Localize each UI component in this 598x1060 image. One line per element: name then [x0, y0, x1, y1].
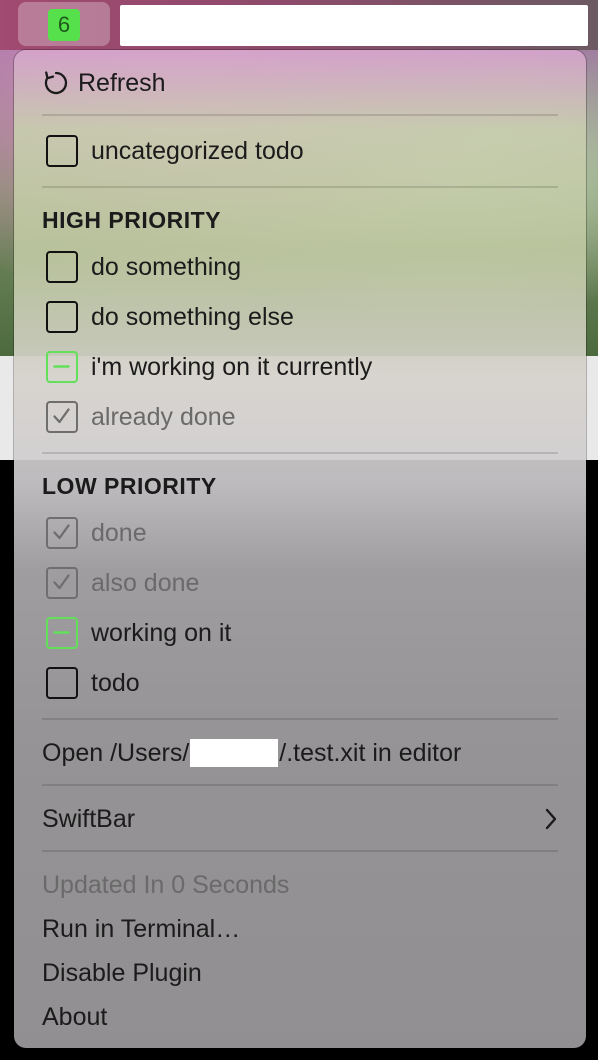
- checkbox-empty-icon: [46, 251, 78, 283]
- refresh-menu-item[interactable]: Refresh: [42, 63, 166, 103]
- open-path-suffix: /.test.xit in editor: [279, 738, 462, 767]
- todo-item-label: also done: [91, 568, 200, 597]
- todo-item-label: working on it: [91, 618, 232, 647]
- checkbox-empty-icon: [46, 301, 78, 333]
- menubar-plugin-item[interactable]: 6: [18, 2, 110, 46]
- todo-item-label: todo: [91, 668, 140, 697]
- about-menu-item[interactable]: About: [42, 997, 107, 1037]
- checkbox-in-progress-icon: [46, 617, 78, 649]
- todo-item[interactable]: also done: [42, 563, 199, 603]
- updated-status: Updated In 0 Seconds: [42, 870, 290, 899]
- section-header-high-priority: HIGH PRIORITY: [42, 206, 222, 233]
- open-in-editor-menu-item[interactable]: Open /Users/ /.test.xit in editor: [42, 733, 461, 773]
- checkbox-in-progress-icon: [46, 351, 78, 383]
- section-header-low-priority: LOW PRIORITY: [42, 472, 217, 499]
- checkbox-empty-icon: [46, 667, 78, 699]
- checkbox-checked-icon: [46, 401, 78, 433]
- todo-item-label: done: [91, 518, 147, 547]
- checkbox-checked-icon: [46, 517, 78, 549]
- separator: [42, 186, 558, 188]
- run-in-terminal-menu-item[interactable]: Run in Terminal…: [42, 909, 240, 949]
- separator: [42, 784, 558, 786]
- refresh-icon: [44, 71, 68, 95]
- refresh-label: Refresh: [78, 68, 166, 97]
- todo-item[interactable]: done: [42, 513, 147, 553]
- menu-bar: 6: [0, 0, 598, 50]
- todo-count-badge: 6: [48, 9, 80, 41]
- todo-item[interactable]: do something else: [42, 297, 294, 337]
- todo-item-label: i'm working on it currently: [91, 352, 373, 381]
- swiftbar-submenu-item[interactable]: SwiftBar: [42, 799, 558, 839]
- todo-item-label: do something: [91, 252, 242, 281]
- separator: [42, 718, 558, 720]
- open-path-prefix: Open /Users/: [42, 738, 190, 767]
- separator: [42, 114, 558, 116]
- checkbox-empty-icon: [46, 135, 78, 167]
- todo-item[interactable]: i'm working on it currently: [42, 347, 372, 387]
- todo-item[interactable]: todo: [42, 663, 140, 703]
- todo-item[interactable]: uncategorized todo: [42, 131, 304, 171]
- checkbox-checked-icon: [46, 567, 78, 599]
- chevron-right-icon: [545, 808, 557, 830]
- separator: [42, 850, 558, 852]
- redacted-username: [190, 739, 279, 767]
- todo-item-label: already done: [91, 402, 236, 431]
- plugin-dropdown-menu: Refresh uncategorized todo HIGH PRIORITY…: [14, 50, 586, 1048]
- disable-plugin-menu-item[interactable]: Disable Plugin: [42, 953, 202, 993]
- todo-item[interactable]: working on it: [42, 613, 231, 653]
- todo-item-label: uncategorized todo: [91, 136, 304, 165]
- swiftbar-label: SwiftBar: [42, 804, 136, 833]
- todo-item[interactable]: already done: [42, 397, 236, 437]
- todo-item[interactable]: do something: [42, 247, 241, 287]
- separator: [42, 452, 558, 454]
- todo-item-label: do something else: [91, 302, 294, 331]
- menubar-redacted-area: [120, 5, 588, 46]
